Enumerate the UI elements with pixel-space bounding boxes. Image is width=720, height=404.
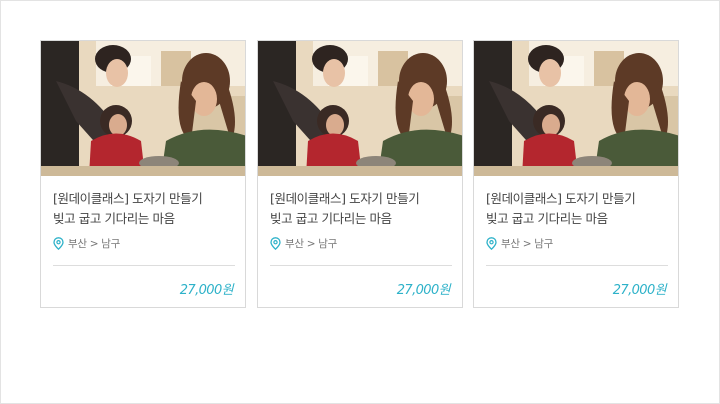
class-title-line2: 빚고 굽고 기다리는 마음 — [270, 211, 392, 226]
card-divider — [486, 265, 668, 266]
price-label: 27,000원 — [396, 283, 451, 298]
card-divider — [270, 265, 452, 266]
class-title[interactable]: [원데이클래스] 도자기 만들기 빚고 굽고 기다리는 마음 — [486, 189, 671, 229]
map-pin-icon — [486, 236, 497, 250]
location-row: 부산 > 남구 — [270, 235, 337, 251]
location-row: 부산 > 남구 — [53, 235, 120, 251]
class-thumbnail-image[interactable] — [474, 41, 679, 176]
class-title[interactable]: [원데이클래스] 도자기 만들기 빚고 굽고 기다리는 마음 — [53, 189, 238, 229]
class-thumbnail-image[interactable] — [41, 41, 246, 176]
class-title-line1: [원데이클래스] 도자기 만들기 — [270, 191, 420, 206]
class-title-line2: 빚고 굽고 기다리는 마음 — [486, 211, 608, 226]
location-row: 부산 > 남구 — [486, 235, 553, 251]
location-text: 부산 > 남구 — [501, 237, 554, 250]
class-card[interactable]: [원데이클래스] 도자기 만들기 빚고 굽고 기다리는 마음 부산 > 남구 2… — [40, 40, 246, 308]
card-divider — [53, 265, 235, 266]
price-label: 27,000원 — [612, 283, 667, 298]
map-pin-icon — [270, 236, 281, 250]
class-title[interactable]: [원데이클래스] 도자기 만들기 빚고 굽고 기다리는 마음 — [270, 189, 455, 229]
price-label: 27,000원 — [179, 283, 234, 298]
class-title-line1: [원데이클래스] 도자기 만들기 — [486, 191, 636, 206]
class-card[interactable]: [원데이클래스] 도자기 만들기 빚고 굽고 기다리는 마음 부산 > 남구 2… — [473, 40, 679, 308]
page-frame: [원데이클래스] 도자기 만들기 빚고 굽고 기다리는 마음 부산 > 남구 2… — [0, 0, 720, 404]
class-title-line2: 빚고 굽고 기다리는 마음 — [53, 211, 175, 226]
class-thumbnail-image[interactable] — [258, 41, 463, 176]
map-pin-icon — [53, 236, 64, 250]
class-title-line1: [원데이클래스] 도자기 만들기 — [53, 191, 203, 206]
location-text: 부산 > 남구 — [68, 237, 121, 250]
location-text: 부산 > 남구 — [285, 237, 338, 250]
class-card[interactable]: [원데이클래스] 도자기 만들기 빚고 굽고 기다리는 마음 부산 > 남구 2… — [257, 40, 463, 308]
